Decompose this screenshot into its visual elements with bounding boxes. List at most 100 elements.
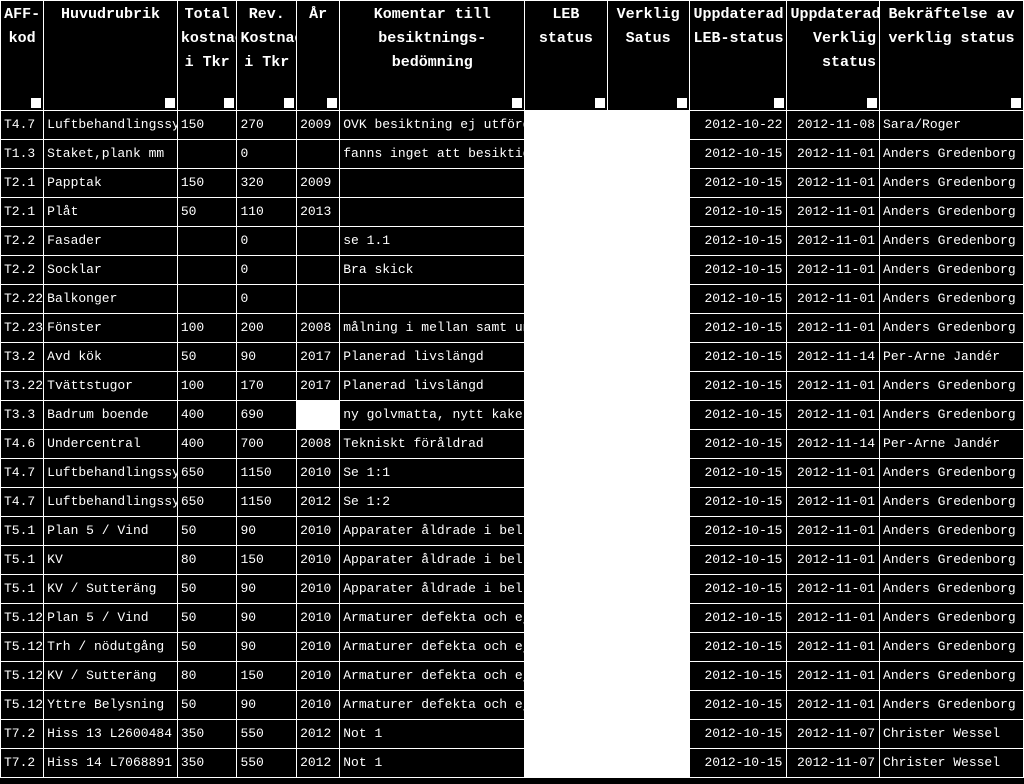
cell-leb [525,517,607,546]
cell-rubrik: KV [44,546,178,575]
cell-uverk: 2012-11-01 [787,459,880,488]
cell-verk [607,633,689,662]
cell-rubrik: Balkonger [44,285,178,314]
cell-uleb: 2012-10-15 [689,285,787,314]
cell-kom [340,169,525,198]
table-row: T4.7Luftbehandlingssys65011502012Se 1:22… [1,488,1024,517]
cell-total [177,256,237,285]
cell-bek: Anders Gredenborg [880,140,1024,169]
cell-rev: 90 [237,343,297,372]
cell-verk [607,169,689,198]
cell-uleb: 2012-10-15 [689,430,787,459]
cell-leb [525,140,607,169]
cell-rubrik: Plan 5 / Vind [44,517,178,546]
cell-kom: Apparater åldrade i bel. [340,517,525,546]
cell-aff: T4.7 [1,111,44,140]
cell-verk [607,575,689,604]
cell-uverk: 2012-11-01 [787,140,880,169]
cell-rubrik: Avd kök [44,343,178,372]
cell-kom: fanns inget att besiktiga [340,140,525,169]
cell-uleb: 2012-10-15 [689,140,787,169]
cell-leb [525,546,607,575]
table-row: T7.2Hiss 14 L70688913505502012Not 12012-… [1,749,1024,778]
cell-ar: 2012 [297,488,340,517]
cell-rubrik: Fasader [44,227,178,256]
cell-total: 50 [177,198,237,227]
cell-uleb: 2012-10-15 [689,372,787,401]
cell-leb [525,604,607,633]
cell-bek: Anders Gredenborg [880,198,1024,227]
cell-total: 350 [177,720,237,749]
cell-bek: Anders Gredenborg [880,227,1024,256]
cell-kom: Armaturer defekta och ej [340,604,525,633]
cell-uverk: 2012-11-01 [787,314,880,343]
cell-aff: T2.1 [1,169,44,198]
cell-aff: T2.22 [1,285,44,314]
col-header-2: Total kostnad i Tkr [177,1,237,111]
cell-ar: 2008 [297,314,340,343]
cell-total: 400 [177,430,237,459]
cell-leb [525,691,607,720]
cell-total: 50 [177,633,237,662]
cell-kom: Apparater åldrade i bel. [340,575,525,604]
table-row: T5.12Trh / nödutgång50902010Armaturer de… [1,633,1024,662]
cell-bek: Anders Gredenborg [880,546,1024,575]
cell-uverk: 2012-11-14 [787,343,880,372]
cell-rev: 170 [237,372,297,401]
cell-aff: T5.1 [1,517,44,546]
cell-uleb: 2012-10-15 [689,749,787,778]
cell-rev: 0 [237,256,297,285]
cell-aff: T2.1 [1,198,44,227]
cell-ar: 2008 [297,430,340,459]
table-row: T4.7Luftbehandlingssys65011502010Se 1:12… [1,459,1024,488]
cell-aff: T1.3 [1,140,44,169]
table-row: T2.22Balkonger02012-10-152012-11-01Ander… [1,285,1024,314]
cell-ar: 2017 [297,343,340,372]
cell-bek: Christer Wessel [880,720,1024,749]
table-row: T5.12Plan 5 / Vind50902010Armaturer defe… [1,604,1024,633]
cell-uverk: 2012-11-01 [787,488,880,517]
cell-verk [607,691,689,720]
cell-kom: Armaturer defekta och ej [340,662,525,691]
table-row: T5.1KV801502010Apparater åldrade i bel.2… [1,546,1024,575]
cell-leb [525,256,607,285]
cell-rubrik: Luftbehandlingssys [44,459,178,488]
cell-leb [525,720,607,749]
cell-bek: Per-Arne Jandér [880,430,1024,459]
cell-verk [607,343,689,372]
cell-uleb: 2012-10-15 [689,343,787,372]
cell-bek: Anders Gredenborg [880,575,1024,604]
col-header-5: Komentar till besiktnings-bedömning [340,1,525,111]
cell-bek: Anders Gredenborg [880,256,1024,285]
table-header: AFF-kodHuvudrubrikTotal kostnad i TkrRev… [1,1,1024,111]
cell-uverk: 2012-11-01 [787,198,880,227]
cell-uverk: 2012-11-01 [787,575,880,604]
cell-ar [297,140,340,169]
cell-uleb: 2012-10-22 [689,111,787,140]
cell-rubrik: Hiss 14 L7068891 [44,749,178,778]
cell-uverk: 2012-11-14 [787,430,880,459]
cell-uverk: 2012-11-01 [787,633,880,662]
cell-rubrik: Plåt [44,198,178,227]
cell-uverk: 2012-11-01 [787,604,880,633]
cell-uleb: 2012-10-15 [689,256,787,285]
cell-leb [525,488,607,517]
cell-leb [525,430,607,459]
cell-uleb: 2012-10-15 [689,227,787,256]
cell-rubrik: Socklar [44,256,178,285]
cell-total: 80 [177,662,237,691]
cell-rev: 550 [237,749,297,778]
cell-uverk: 2012-11-01 [787,546,880,575]
cell-total: 50 [177,517,237,546]
cell-ar: 2009 [297,169,340,198]
cell-bek: Anders Gredenborg [880,459,1024,488]
cell-uleb: 2012-10-15 [689,401,787,430]
cell-bek: Christer Wessel [880,749,1024,778]
cell-leb [525,198,607,227]
table-body: T4.7Luftbehandlingssys1502702009OVK besi… [1,111,1024,778]
cell-rubrik: Plan 5 / Vind [44,604,178,633]
cell-ar: 2017 [297,372,340,401]
cell-uverk: 2012-11-01 [787,401,880,430]
cell-ar: 2010 [297,633,340,662]
cell-kom: målning i mellan samt und [340,314,525,343]
